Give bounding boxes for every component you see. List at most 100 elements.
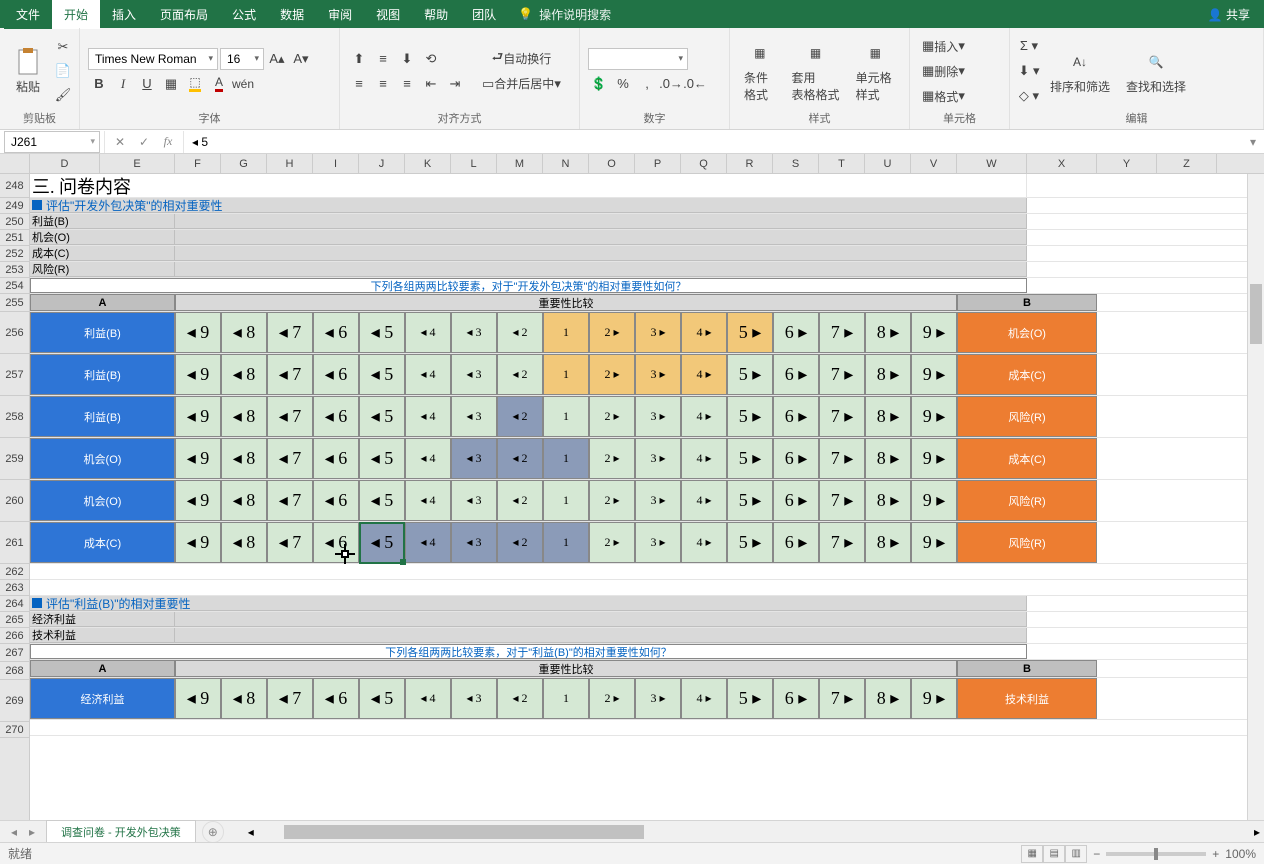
decrease-font-button[interactable]: A▾ — [290, 48, 312, 70]
row-header[interactable]: 254 — [0, 278, 29, 294]
select-all-corner[interactable] — [0, 154, 30, 173]
row-header[interactable]: 263 — [0, 580, 29, 596]
column-header[interactable]: G — [221, 154, 267, 173]
row-header[interactable]: 250 — [0, 214, 29, 230]
align-top-button[interactable]: ⬆ — [348, 48, 370, 70]
view-break-button[interactable]: ▥ — [1065, 845, 1087, 863]
view-normal-button[interactable]: ▦ — [1021, 845, 1043, 863]
font-size-combo[interactable]: 16 — [220, 48, 264, 70]
cell-grid[interactable]: 三. 问卷内容评估"开发外包决策"的相对重要性利益(B)机会(O)成本(C)风险… — [30, 174, 1264, 820]
menu-review[interactable]: 审阅 — [316, 0, 364, 29]
horizontal-scrollbar[interactable]: ◂ ▸ — [264, 825, 1244, 839]
row-header[interactable]: 256 — [0, 312, 29, 354]
sort-filter-button[interactable]: A↓排序和筛选 — [1044, 46, 1116, 97]
fill-color-button[interactable]: ⬚ — [184, 73, 206, 95]
column-header[interactable]: R — [727, 154, 773, 173]
column-header[interactable]: E — [100, 154, 175, 173]
zoom-slider[interactable] — [1106, 852, 1206, 856]
table-format-button[interactable]: ▦套用 表格格式 — [786, 37, 846, 105]
menu-data[interactable]: 数据 — [268, 0, 316, 29]
expand-formula-button[interactable]: ▾ — [1242, 131, 1264, 153]
format-cells-button[interactable]: ▦ 格式 ▾ — [918, 85, 969, 107]
insert-cells-button[interactable]: ▦ 插入 ▾ — [918, 35, 969, 57]
menu-team[interactable]: 团队 — [460, 0, 508, 29]
menu-layout[interactable]: 页面布局 — [148, 0, 220, 29]
column-header[interactable]: P — [635, 154, 681, 173]
increase-indent-button[interactable]: ⇥ — [444, 73, 466, 95]
paste-button[interactable]: 粘贴 — [8, 46, 48, 97]
cell-styles-button[interactable]: ▦单元格样式 — [850, 37, 901, 105]
italic-button[interactable]: I — [112, 73, 134, 95]
column-header[interactable]: W — [957, 154, 1027, 173]
cut-button[interactable]: ✂ — [52, 36, 74, 58]
menu-file[interactable]: 文件 — [4, 0, 52, 29]
add-sheet-button[interactable]: ⊕ — [202, 821, 224, 843]
decrease-indent-button[interactable]: ⇤ — [420, 73, 442, 95]
enter-button[interactable]: ✓ — [133, 131, 155, 153]
column-header[interactable]: X — [1027, 154, 1097, 173]
row-header[interactable]: 248 — [0, 174, 29, 198]
column-header[interactable]: U — [865, 154, 911, 173]
share-button[interactable]: 👤 共享 — [1198, 2, 1260, 27]
column-header[interactable]: I — [313, 154, 359, 173]
column-header[interactable]: F — [175, 154, 221, 173]
name-box[interactable]: J261 — [4, 131, 100, 153]
row-header[interactable]: 268 — [0, 662, 29, 680]
row-header[interactable]: 251 — [0, 230, 29, 246]
decrease-decimal-button[interactable]: .0← — [684, 73, 706, 95]
menu-view[interactable]: 视图 — [364, 0, 412, 29]
fx-button[interactable]: fx — [157, 131, 179, 153]
comma-button[interactable]: , — [636, 73, 658, 95]
scrollbar-thumb[interactable] — [284, 825, 644, 839]
column-header[interactable]: L — [451, 154, 497, 173]
column-header[interactable]: S — [773, 154, 819, 173]
column-header[interactable]: J — [359, 154, 405, 173]
menu-help[interactable]: 帮助 — [412, 0, 460, 29]
underline-button[interactable]: U — [136, 73, 158, 95]
currency-button[interactable]: 💲 — [588, 73, 610, 95]
format-painter-button[interactable]: 🖌 — [52, 84, 74, 106]
row-header[interactable]: 249 — [0, 198, 29, 214]
row-header[interactable]: 259 — [0, 438, 29, 480]
menu-insert[interactable]: 插入 — [100, 0, 148, 29]
increase-decimal-button[interactable]: .0→ — [660, 73, 682, 95]
zoom-level[interactable]: 100% — [1225, 847, 1256, 861]
number-format-combo[interactable] — [588, 48, 688, 70]
wrap-text-button[interactable]: ⮐ 自动换行 — [478, 48, 565, 70]
row-header[interactable]: 267 — [0, 644, 29, 662]
align-middle-button[interactable]: ≡ — [372, 48, 394, 70]
font-color-button[interactable]: A — [208, 73, 230, 95]
cancel-button[interactable]: ✕ — [109, 131, 131, 153]
percent-button[interactable]: % — [612, 73, 634, 95]
row-header[interactable]: 262 — [0, 564, 29, 580]
align-right-button[interactable]: ≡ — [396, 73, 418, 95]
row-header[interactable]: 261 — [0, 522, 29, 564]
formula-input[interactable]: ◂ 5 — [184, 135, 1242, 149]
zoom-out-button[interactable]: − — [1093, 847, 1100, 861]
fill-button[interactable]: ⬇ ▾ — [1018, 60, 1040, 82]
row-header[interactable]: 264 — [0, 596, 29, 612]
increase-font-button[interactable]: A▴ — [266, 48, 288, 70]
font-name-combo[interactable]: Times New Roman — [88, 48, 218, 70]
column-header[interactable]: Z — [1157, 154, 1217, 173]
row-header[interactable]: 253 — [0, 262, 29, 278]
conditional-format-button[interactable]: ▦条件格式 — [738, 37, 782, 105]
vertical-scrollbar[interactable] — [1247, 174, 1264, 820]
sheet-tab-active[interactable]: 调查问卷 - 开发外包决策 — [46, 820, 196, 843]
column-header[interactable]: D — [30, 154, 100, 173]
merge-center-button[interactable]: ▭ 合并后居中 ▾ — [478, 73, 565, 95]
row-header[interactable]: 252 — [0, 246, 29, 262]
row-header[interactable]: 258 — [0, 396, 29, 438]
menu-formulas[interactable]: 公式 — [220, 0, 268, 29]
align-center-button[interactable]: ≡ — [372, 73, 394, 95]
autosum-button[interactable]: Σ ▾ — [1018, 35, 1040, 57]
row-header[interactable]: 266 — [0, 628, 29, 644]
align-bottom-button[interactable]: ⬇ — [396, 48, 418, 70]
column-header[interactable]: Q — [681, 154, 727, 173]
phonetic-button[interactable]: wén — [232, 73, 254, 95]
tab-nav-first[interactable]: ◂ — [6, 825, 22, 839]
row-header[interactable]: 265 — [0, 612, 29, 628]
column-header[interactable]: T — [819, 154, 865, 173]
column-header[interactable]: Y — [1097, 154, 1157, 173]
clear-button[interactable]: ◇ ▾ — [1018, 85, 1040, 107]
